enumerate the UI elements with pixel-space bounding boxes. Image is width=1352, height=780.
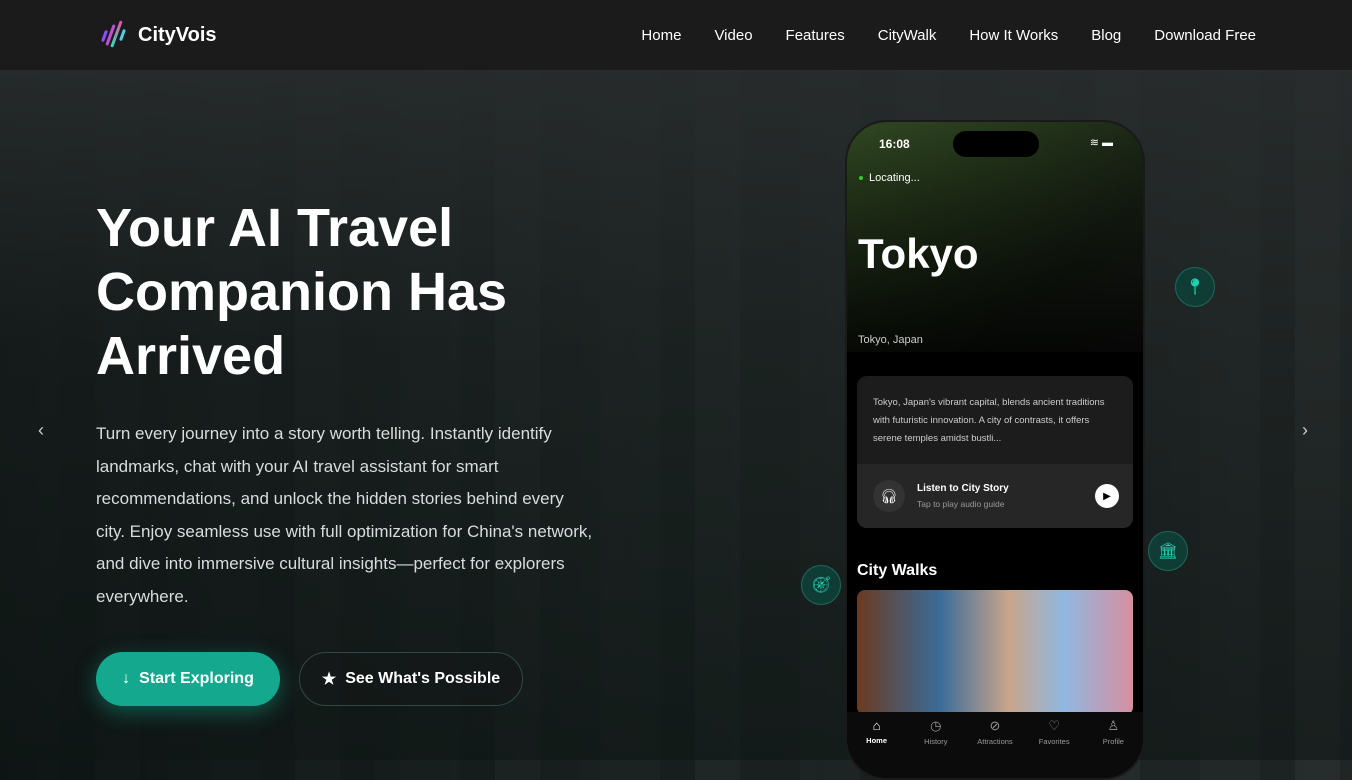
carousel-next-icon[interactable]: ›: [1302, 420, 1308, 441]
hero-title: Your AI Travel Companion Has Arrived: [96, 198, 508, 386]
city-walks-heading: City Walks: [857, 562, 938, 579]
see-whats-possible-button[interactable]: ★ See What's Possible: [299, 652, 523, 706]
city-walk-image[interactable]: [857, 590, 1133, 715]
listen-city-story[interactable]: 🎧︎ Listen to City Story Tap to play audi…: [857, 464, 1133, 528]
dynamic-island: [953, 131, 1039, 157]
headphones-icon: 🎧︎: [873, 480, 905, 512]
nav-video[interactable]: Video: [714, 27, 752, 44]
tab-attractions[interactable]: ⊘ Attractions: [970, 718, 1020, 778]
nav-home[interactable]: Home: [641, 27, 681, 44]
tab-label: History: [924, 737, 948, 746]
see-whats-possible-label: See What's Possible: [345, 670, 501, 687]
phone-mockup: 16:08 ︎≋ ▬ Locating... Tokyo Tokyo, Japa…: [845, 120, 1145, 780]
arrow-down-icon: ↓: [122, 670, 131, 687]
nav-how-it-works[interactable]: How It Works: [969, 27, 1058, 44]
history-icon: ◷: [930, 718, 942, 733]
tab-home[interactable]: ⌂ Home: [852, 718, 902, 778]
status-time: 16:08: [879, 137, 910, 151]
city-hero-image: 16:08 ︎≋ ▬ Locating... Tokyo Tokyo, Japa…: [847, 122, 1143, 352]
main-menu: Home Video Features CityWalk How It Work…: [641, 27, 1256, 44]
brand-name: CityVois: [138, 23, 217, 46]
start-exploring-button[interactable]: ↓ Start Exploring: [96, 652, 280, 706]
map-pin-icon: 📍︎: [1175, 267, 1215, 307]
nav-blog[interactable]: Blog: [1091, 27, 1121, 44]
wifi-battery-icon: ︎≋ ▬: [1089, 137, 1113, 149]
city-country: Tokyo, Japan: [858, 334, 923, 346]
carousel-prev-icon[interactable]: ‹: [38, 420, 44, 441]
tab-label: Profile: [1102, 737, 1124, 746]
phone-tab-bar: ⌂ Home ◷ History ⊘ Attractions ♡ Favorites ♙…: [847, 712, 1143, 778]
city-summary: Tokyo, Japan's vibrant capital, blends a…: [873, 397, 1105, 444]
city-name: Tokyo: [858, 230, 979, 277]
hero-description: Turn every journey into a story worth te…: [96, 424, 593, 606]
tab-history[interactable]: ◷ History: [911, 718, 961, 778]
nav-download[interactable]: Download Free: [1154, 27, 1256, 44]
logo[interactable]: CityVois: [100, 20, 217, 50]
start-exploring-label: Start Exploring: [139, 670, 254, 687]
nav-citywalk[interactable]: CityWalk: [878, 27, 937, 44]
tab-label: Favorites: [1038, 737, 1070, 746]
navbar: CityVois Home Video Features CityWalk Ho…: [0, 0, 1352, 70]
compass-icon: 🧭︎: [801, 565, 841, 605]
heart-icon: ♡: [1048, 718, 1060, 733]
tab-label: Attractions: [977, 737, 1013, 746]
compass-icon: ⊘: [989, 718, 1001, 733]
location-status: Locating...: [859, 172, 920, 184]
home-icon: ⌂: [872, 718, 881, 733]
museum-icon: 🏛︎: [1148, 531, 1188, 571]
listen-title: Listen to City Story: [917, 483, 1009, 494]
star-icon: ★: [321, 671, 337, 688]
play-icon[interactable]: ▶: [1095, 484, 1119, 508]
listen-subtitle: Tap to play audio guide: [917, 499, 1005, 509]
tab-profile[interactable]: ♙ Profile: [1088, 718, 1138, 778]
profile-icon: ♙: [1107, 718, 1120, 733]
nav-features[interactable]: Features: [786, 27, 845, 44]
logo-icon: [100, 20, 126, 50]
tab-label: Home: [866, 736, 888, 745]
tab-favorites[interactable]: ♡ Favorites: [1029, 718, 1079, 778]
city-summary-card: Tokyo, Japan's vibrant capital, blends a…: [857, 376, 1133, 528]
